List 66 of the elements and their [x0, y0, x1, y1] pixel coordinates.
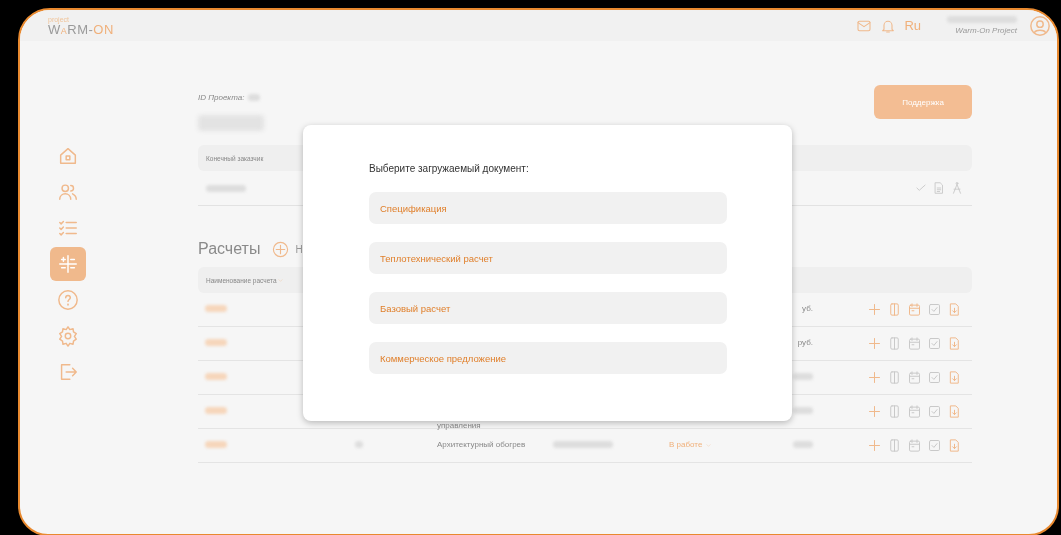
plus-icon[interactable] — [867, 438, 882, 453]
blurred-text — [793, 440, 813, 448]
blurred-text — [793, 406, 813, 414]
compass-icon[interactable] — [950, 181, 964, 195]
blurred-text — [553, 440, 613, 448]
document-option[interactable]: Коммерческое предложение — [369, 342, 727, 374]
plus-icon[interactable] — [867, 404, 882, 419]
calculator-icon — [57, 253, 79, 275]
download-icon[interactable] — [947, 404, 962, 419]
sheet-icon[interactable] — [887, 438, 902, 453]
logo: WARM-ON — [48, 22, 114, 36]
download-icon[interactable] — [947, 370, 962, 385]
checkbox-icon[interactable] — [927, 370, 942, 385]
sheet-icon[interactable] — [887, 336, 902, 351]
table-cell-text: управления — [437, 422, 482, 431]
checkbox-icon[interactable] — [927, 438, 942, 453]
table-cell-text: руб. — [796, 339, 813, 348]
plus-icon[interactable] — [867, 336, 882, 351]
sheet-icon[interactable] — [887, 302, 902, 317]
blurred-text — [205, 406, 227, 414]
document-icon[interactable] — [932, 181, 946, 195]
table-cell-text: Архитектурный обогрев — [437, 441, 527, 450]
status-dropdown[interactable]: В работе — [669, 441, 757, 450]
sheet-icon[interactable] — [887, 404, 902, 419]
support-button[interactable]: Поддержка — [874, 85, 972, 119]
checkbox-icon[interactable] — [927, 404, 942, 419]
download-icon[interactable] — [947, 336, 962, 351]
download-icon[interactable] — [947, 438, 962, 453]
blurred-text — [793, 372, 813, 380]
add-label[interactable]: Н — [295, 243, 303, 255]
calendar-icon[interactable] — [907, 404, 922, 419]
calendar-icon[interactable] — [907, 302, 922, 317]
settings-icon — [57, 325, 79, 347]
avatar-icon[interactable] — [1029, 14, 1051, 37]
blurred-text — [205, 304, 227, 312]
blurred-text — [206, 184, 246, 192]
blurred-text — [205, 338, 227, 346]
checkbox-icon[interactable] — [927, 336, 942, 351]
blurred-text — [248, 94, 261, 101]
help-icon — [57, 289, 79, 311]
calendar-icon[interactable] — [907, 438, 922, 453]
table-cell-text: уб. — [801, 305, 813, 314]
home-icon — [57, 145, 79, 167]
user-company: Warm-On Project — [955, 26, 1017, 35]
calendar-icon[interactable] — [907, 370, 922, 385]
blurred-text — [205, 372, 227, 380]
document-option[interactable]: Теплотехнический расчет — [369, 242, 727, 274]
sidebar-item[interactable] — [50, 247, 86, 281]
calendar-icon[interactable] — [907, 336, 922, 351]
project-id-label: ID Проекта: — [198, 93, 245, 102]
language-button[interactable]: Ru — [904, 18, 921, 33]
add-icon[interactable] — [272, 240, 290, 258]
plus-icon[interactable] — [867, 370, 882, 385]
blurred-text — [355, 440, 363, 448]
checkbox-icon[interactable] — [927, 302, 942, 317]
section-title: Расчеты — [198, 240, 261, 258]
chevron-icon[interactable] — [276, 277, 284, 283]
document-option[interactable]: Базовый расчет — [369, 292, 727, 324]
dialog-title: Выберите загружаемый документ: — [369, 163, 530, 174]
download-icon[interactable] — [947, 302, 962, 317]
plus-icon[interactable] — [867, 302, 882, 317]
chevron-icon — [705, 443, 713, 448]
sheet-icon[interactable] — [887, 370, 902, 385]
document-option[interactable]: Спецификация — [369, 192, 727, 224]
users-icon — [57, 181, 79, 203]
blurred-text — [205, 440, 227, 448]
